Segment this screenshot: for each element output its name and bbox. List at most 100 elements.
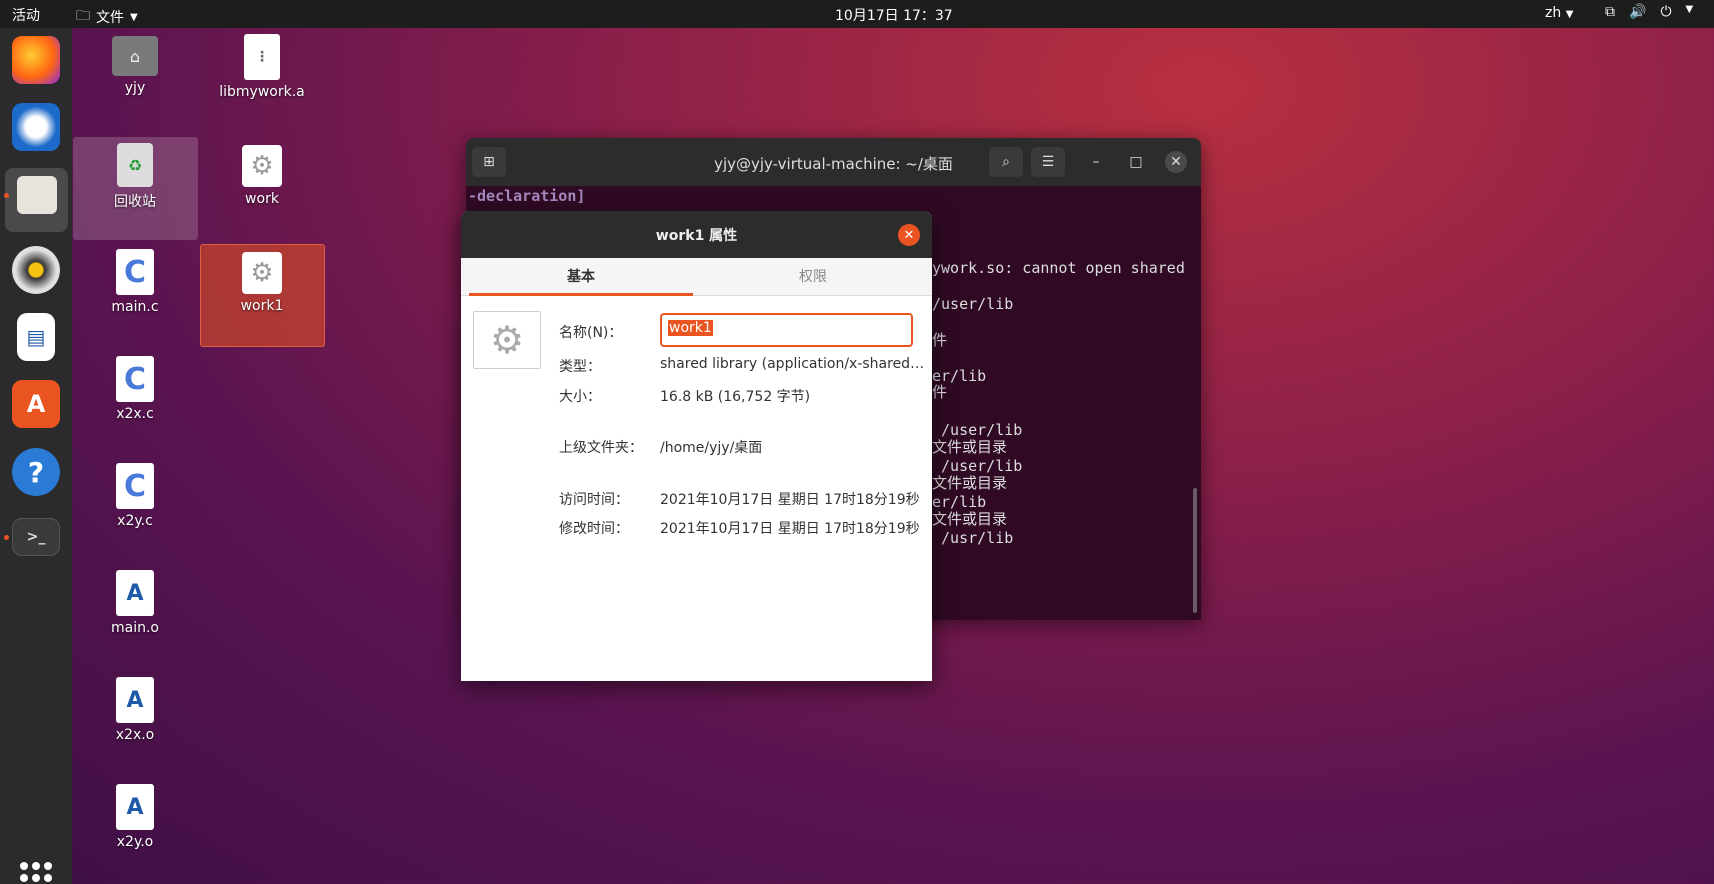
dialog-tabs: 基本 权限 (461, 258, 932, 296)
parent-folder-value[interactable]: /home/yjy/桌面 (660, 437, 925, 457)
close-icon[interactable]: ✕ (1165, 151, 1187, 173)
icon-label: x2x.c (116, 406, 154, 422)
activities-button[interactable]: 活动 (12, 5, 40, 25)
terminal-output[interactable]: -declaration] ywork.so: cannot open shar… (466, 186, 1201, 547)
power-icon: ⏻ (1660, 4, 1672, 20)
files-icon[interactable] (17, 176, 57, 214)
rhythmbox-icon[interactable] (12, 246, 60, 294)
terminal-line: 件 (932, 383, 948, 401)
terminal-line: /usr/lib (932, 529, 1014, 547)
dialog-title: work1 属性 (655, 228, 738, 244)
folder-icon: 🗀 (76, 8, 90, 24)
language-indicator[interactable]: zh ▼ (1545, 5, 1573, 21)
system-status-menu[interactable]: ⧉ 🔊 ⏻ ▼ (1605, 4, 1693, 20)
icon-label: work1 (240, 298, 284, 314)
desktop-icon-x2y-o[interactable]: A x2y.o (75, 784, 195, 850)
size-label: 大小： (559, 389, 601, 405)
access-time-label: 访问时间： (559, 492, 629, 508)
help-icon[interactable]: ? (12, 448, 60, 496)
search-icon[interactable]: ⌕ (989, 147, 1023, 177)
software-center-icon[interactable]: A (12, 380, 60, 428)
terminal-line: /user/lib (932, 421, 1023, 439)
access-time-value: 2021年10月17日 星期日 17时18分19秒 (660, 492, 920, 508)
home-folder-icon: ⌂ (112, 36, 158, 76)
size-value: 16.8 kB (16,752 字节) (660, 389, 811, 405)
files-menu-label: 文件 (96, 10, 124, 26)
terminal-header: ⊞ yjy@yjy-virtual-machine: ~/桌面 ⌕ ☰ – □ … (466, 138, 1201, 186)
volume-icon: 🔊 (1629, 4, 1647, 20)
top-bar: 活动 🗀 文件 ▼ 10月17日 17：37 zh ▼ ⧉ 🔊 ⏻ ▼ (0, 0, 1714, 28)
terminal-line: /user/lib (932, 457, 1023, 475)
type-value: shared library (application/x-sharedlib) (660, 356, 925, 372)
network-icon: ⧉ (1605, 4, 1615, 20)
trash-icon: ♻ (117, 143, 153, 187)
icon-label: x2y.o (116, 834, 154, 850)
icon-label: x2y.c (117, 513, 153, 529)
close-icon[interactable]: ✕ (898, 224, 920, 246)
language-label: zh (1545, 5, 1562, 21)
firefox-icon[interactable] (12, 36, 60, 84)
desktop-icon-work[interactable]: ⚙ work (202, 145, 322, 207)
terminal-line: ywork.so: cannot open shared (932, 259, 1185, 277)
terminal-scrollbar[interactable] (1193, 488, 1197, 613)
icon-label: x2x.o (115, 727, 155, 743)
desktop-icon-trash[interactable]: ♻ 回收站 (75, 143, 195, 211)
terminal-icon[interactable]: >_ (12, 518, 60, 556)
writer-icon[interactable]: ▤ (17, 313, 55, 361)
terminal-line: -declaration] (468, 187, 586, 205)
files-app-menu[interactable]: 🗀 文件 ▼ (76, 5, 138, 29)
name-label: 名称(N)： (559, 325, 623, 341)
type-label: 类型： (559, 359, 601, 375)
properties-dialog[interactable]: work1 属性 ✕ 基本 权限 ⚙ 名称(N)： work1 类型： shar… (461, 211, 932, 681)
chevron-down-icon: ▼ (130, 11, 138, 23)
shared-library-icon: ⚙ (242, 252, 282, 294)
running-indicator (4, 535, 9, 540)
c-source-icon: C (116, 463, 154, 509)
icon-label: main.o (111, 620, 159, 636)
dock: ▤ A ? >_ (0, 28, 72, 884)
modify-time-label: 修改时间： (559, 521, 629, 537)
terminal-line: 文件或目录 (932, 510, 1008, 528)
object-file-icon: A (116, 677, 154, 723)
desktop-icon-work1[interactable]: ⚙ work1 (202, 252, 322, 314)
shared-library-icon: ⚙ (242, 145, 282, 187)
dialog-header: work1 属性 ✕ (461, 211, 932, 258)
desktop-icon-x2x-c[interactable]: C x2x.c (75, 356, 195, 422)
c-source-icon: C (116, 249, 154, 295)
terminal-line: 件 (932, 331, 948, 349)
terminal-line: er/lib (932, 493, 987, 511)
tab-permissions[interactable]: 权限 (701, 258, 925, 296)
running-indicator (4, 193, 9, 198)
icon-label: 回收站 (114, 194, 156, 210)
icon-label: work (245, 191, 279, 207)
file-type-icon[interactable]: ⚙ (473, 311, 541, 369)
icon-label: yjy (124, 80, 146, 96)
object-file-icon: A (116, 570, 154, 616)
desktop-icon-home[interactable]: ⌂ yjy (75, 36, 195, 96)
desktop-icon-x2y-c[interactable]: C x2y.c (75, 463, 195, 529)
terminal-line: 文件或目录 (932, 474, 1008, 492)
desktop-icon-libmywork[interactable]: ⋮ libmywork.a (202, 34, 322, 100)
desktop-icon-main-o[interactable]: A main.o (75, 570, 195, 636)
modify-time-value: 2021年10月17日 星期日 17时18分19秒 (660, 521, 920, 537)
terminal-line: 文件或目录 (932, 438, 1008, 456)
maximize-icon[interactable]: □ (1125, 151, 1147, 173)
desktop-icon-main-c[interactable]: C main.c (75, 249, 195, 315)
name-field-value: work1 (668, 320, 713, 336)
chevron-down-icon: ▼ (1565, 9, 1574, 20)
chevron-down-icon: ▼ (1685, 4, 1694, 15)
thunderbird-icon[interactable] (12, 103, 60, 151)
minimize-icon[interactable]: – (1085, 151, 1107, 173)
icon-label: main.c (111, 299, 159, 315)
menu-icon[interactable]: ☰ (1031, 147, 1065, 177)
name-field[interactable]: work1 (660, 313, 913, 347)
show-applications-icon[interactable] (20, 862, 52, 884)
c-source-icon: C (116, 356, 154, 402)
tab-basic[interactable]: 基本 (469, 258, 693, 296)
desktop-icon-x2x-o[interactable]: A x2x.o (75, 677, 195, 743)
parent-folder-label: 上级文件夹： (559, 440, 643, 456)
clock[interactable]: 10月17日 17：37 (835, 5, 953, 25)
icon-label: libmywork.a (219, 84, 305, 100)
object-file-icon: A (116, 784, 154, 830)
terminal-line: /user/lib (932, 295, 1014, 313)
